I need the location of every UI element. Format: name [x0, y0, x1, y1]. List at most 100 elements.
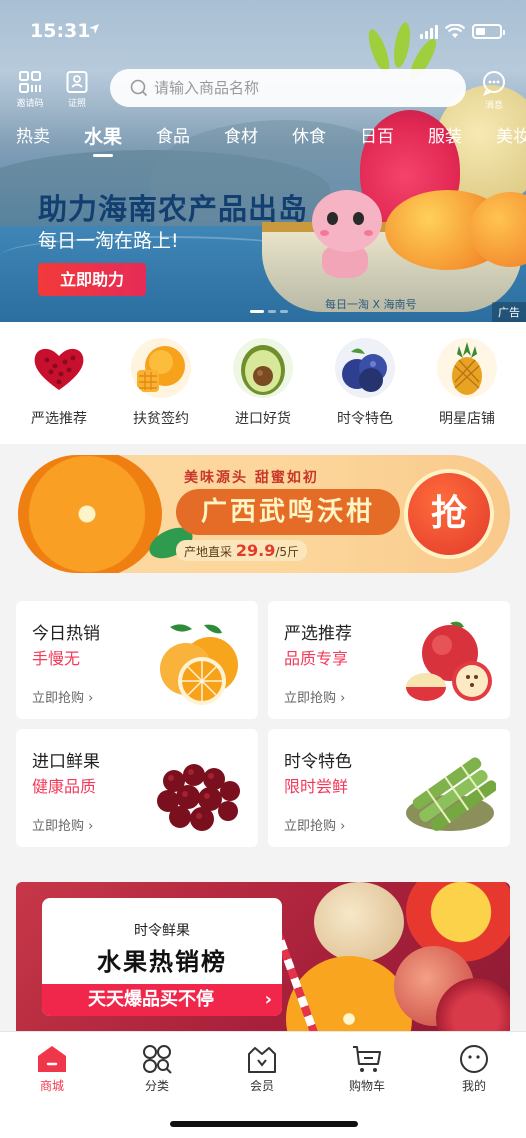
mall-icon — [38, 1046, 66, 1072]
sugarcane-icon — [406, 757, 496, 831]
boat-label: 每日一淘 X 海南号 — [325, 298, 417, 311]
feature-card-seasonal[interactable]: 时令特色 限时尝鲜 立即抢购 › — [268, 729, 510, 847]
card-subtitle: 健康品质 — [32, 777, 97, 796]
leaf-illustration — [391, 21, 413, 69]
tab-hot[interactable]: 热卖 — [16, 122, 50, 149]
invite-code-button[interactable]: 邀请码 — [12, 70, 48, 109]
nav-label: 商城 — [39, 1079, 64, 1093]
cherry-icon — [157, 764, 240, 831]
card-subtitle: 品质专享 — [284, 649, 349, 668]
category-item-imported[interactable]: 进口好货 — [220, 338, 306, 444]
category-item-seasonal[interactable]: 时令特色 — [322, 338, 408, 444]
hero-help-button[interactable]: 立即助力 — [38, 263, 146, 296]
cart-icon — [353, 1046, 381, 1072]
fruit-ranking-banner[interactable]: 时令鲜果 水果热销榜 天天爆品买不停 › — [16, 882, 510, 1042]
home-indicator — [170, 1121, 358, 1127]
ranking-cta-label: 天天爆品买不停 — [88, 989, 214, 1010]
tab-ingredients[interactable]: 食材 — [224, 122, 258, 149]
search-icon — [130, 79, 148, 97]
leaf-illustration — [364, 26, 394, 76]
message-label: 消息 — [484, 101, 503, 111]
search-input[interactable] — [154, 79, 434, 97]
feature-card-imported[interactable]: 进口鲜果 健康品质 立即抢购 › — [16, 729, 258, 847]
category-label: 扶贫签约 — [133, 411, 189, 427]
apple-slice-illustration — [314, 882, 404, 962]
blueberry-icon — [335, 338, 395, 398]
profile-icon — [460, 1045, 488, 1073]
message-icon — [482, 71, 505, 96]
tab-food[interactable]: 食品 — [156, 122, 190, 149]
nav-item-cart[interactable]: 购物车 — [327, 1044, 407, 1094]
tab-beauty[interactable]: 美妆 — [496, 122, 526, 149]
category-label: 进口好货 — [235, 411, 291, 427]
category-item-selected[interactable]: 严选推荐 — [16, 338, 102, 444]
mango-icon — [131, 338, 191, 398]
category-item-star-store[interactable]: 明星店铺 — [424, 338, 510, 444]
nav-item-profile[interactable]: 我的 — [434, 1044, 514, 1094]
mascot-eye — [327, 212, 338, 225]
promo-banner[interactable]: 美味源头 甜蜜如初 广西武鸣沃柑 产地直采 29.9/5斤 抢 — [18, 455, 510, 573]
card-subtitle: 限时尝鲜 — [284, 777, 349, 796]
orange-slice-illustration — [18, 455, 162, 573]
card-buy-link[interactable]: 立即抢购 › — [284, 687, 345, 706]
nav-label: 会员 — [249, 1079, 274, 1093]
tab-fruit[interactable]: 水果 — [84, 122, 122, 157]
nav-label: 我的 — [461, 1079, 486, 1093]
chevron-right-icon: › — [264, 989, 272, 1010]
ad-tag: 广告 — [492, 302, 526, 322]
promo-tagline: 美味源头 甜蜜如初 — [184, 470, 319, 486]
card-buy-link[interactable]: 立即抢购 › — [284, 815, 345, 834]
grab-button[interactable]: 抢 — [404, 469, 494, 559]
invite-code-label: 邀请码 — [16, 99, 44, 109]
category-item-poverty-relief[interactable]: 扶贫签约 — [118, 338, 204, 444]
category-label: 明星店铺 — [439, 411, 495, 427]
message-button[interactable]: 消息 — [476, 70, 512, 111]
category-icon — [143, 1045, 172, 1074]
apple-icon — [406, 621, 492, 701]
tab-clothing[interactable]: 服装 — [428, 122, 462, 149]
feature-card-hot-today[interactable]: 今日热销 手慢无 立即抢购 › — [16, 601, 258, 719]
card-subtitle: 手慢无 — [32, 649, 81, 668]
mascot-head — [312, 190, 382, 252]
promo-price-unit: /5斤 — [275, 545, 300, 559]
avocado-icon — [233, 338, 293, 398]
nav-item-member[interactable]: 会员 — [222, 1044, 302, 1094]
promo-title: 广西武鸣沃柑 — [176, 489, 400, 535]
ranking-title: 水果热销榜 — [97, 948, 227, 976]
orange-icon — [160, 624, 238, 705]
category-shortcuts: 严选推荐 扶贫签约 进口好货 时令特色 明星店铺 — [0, 322, 526, 444]
category-tabs: 热卖 水果 食品 食材 休食 日百 服装 美妆 — [16, 122, 526, 157]
invite-code-icon — [19, 71, 41, 93]
member-icon — [248, 1047, 276, 1073]
card-title: 今日热销 — [32, 624, 100, 644]
card-title: 严选推荐 — [284, 624, 352, 644]
battery-icon — [472, 24, 505, 39]
card-title: 进口鲜果 — [32, 752, 100, 772]
license-button[interactable]: 证照 — [59, 70, 95, 109]
card-buy-link[interactable]: 立即抢购 › — [32, 815, 93, 834]
bottom-nav: 商城 分类 会员 购物车 我的 — [0, 1031, 526, 1138]
status-indicators — [420, 24, 505, 39]
category-label: 时令特色 — [337, 411, 393, 427]
tab-daily-goods[interactable]: 日百 — [360, 122, 394, 149]
card-buy-link[interactable]: 立即抢购 › — [32, 687, 93, 706]
promo-price: 产地直采 29.9/5斤 — [176, 540, 308, 561]
mascot-eye — [353, 212, 364, 225]
mascot-cheek — [320, 230, 329, 236]
hero-subtitle: 每日一淘在路上! — [38, 230, 179, 252]
tab-snacks[interactable]: 休食 — [292, 122, 326, 149]
license-label: 证照 — [67, 99, 86, 109]
nav-item-mall[interactable]: 商城 — [12, 1044, 92, 1094]
app-page: 每日一淘 X 海南号 15:31 邀请码 证照 消息 热卖 水果 — [0, 0, 526, 1138]
signal-icon — [420, 24, 438, 39]
license-icon — [66, 71, 88, 93]
nav-item-category[interactable]: 分类 — [117, 1044, 197, 1094]
feature-card-selected[interactable]: 严选推荐 品质专享 立即抢购 › — [268, 601, 510, 719]
ranking-subtitle: 时令鲜果 — [134, 923, 190, 939]
status-time: 15:31 — [30, 20, 91, 42]
hero-banner[interactable]: 每日一淘 X 海南号 15:31 邀请码 证照 消息 热卖 水果 — [0, 0, 526, 322]
card-title: 时令特色 — [284, 752, 352, 772]
promo-price-prefix: 产地直采 — [184, 545, 233, 559]
search-bar[interactable] — [110, 69, 466, 107]
ranking-cta[interactable]: 天天爆品买不停 › — [42, 984, 282, 1016]
